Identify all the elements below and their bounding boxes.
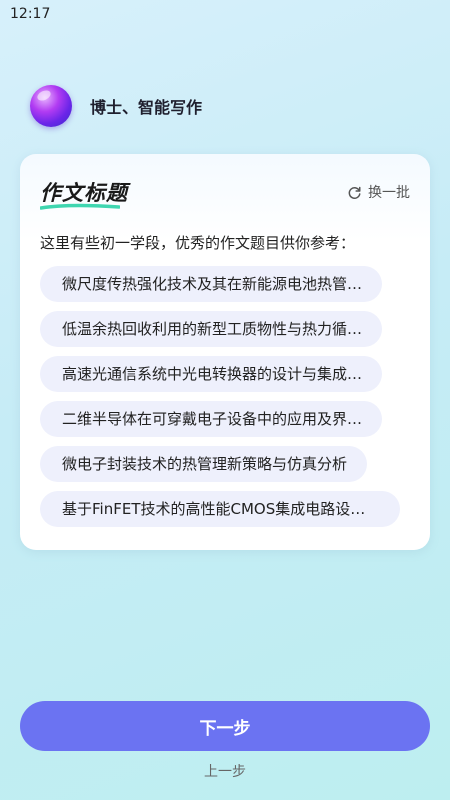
topic-item[interactable]: 高速光通信系统中光电转换器的设计与集成… [40,356,383,392]
card-title: 作文标题 [40,181,128,205]
topic-item[interactable]: 基于FinFET技术的高性能CMOS集成电路设计… [40,491,400,527]
topic-item[interactable]: 微尺度传热强化技术及其在新能源电池热管… [40,266,383,302]
brand-name: 博士、智能写作 [90,98,203,117]
brand-header: 博士、智能写作 [30,84,202,128]
card-header: 作文标题 换一批 [40,174,410,210]
refresh-icon [348,186,361,199]
refresh-button[interactable]: 换一批 [347,182,410,202]
topic-item[interactable]: 低温余热回收利用的新型工质物性与热力循… [40,311,383,347]
card-title-wrap: 作文标题 [40,177,128,210]
previous-step-link[interactable]: 上一步 [0,760,450,784]
topic-item[interactable]: 二维半导体在可穿戴电子设备中的应用及界… [40,401,383,437]
next-step-button[interactable]: 下一步 [20,701,430,751]
card-description: 这里有些初一学段，优秀的作文题目供你参考： [40,234,356,252]
refresh-label: 换一批 [368,185,410,201]
topic-item[interactable]: 微电子封装技术的热管理新策略与仿真分析 [40,446,368,482]
app-logo-icon [30,85,72,127]
topic-list: 微尺度传热强化技术及其在新能源电池热管… 低温余热回收利用的新型工质物性与热力循… [40,266,410,536]
status-time: 12:17 [10,6,51,22]
status-bar: 12:17 [0,0,450,28]
topic-card: 作文标题 换一批 这里有些初一学段，优秀的作文题目供你参考： 微尺度传热强化技术… [20,154,430,550]
